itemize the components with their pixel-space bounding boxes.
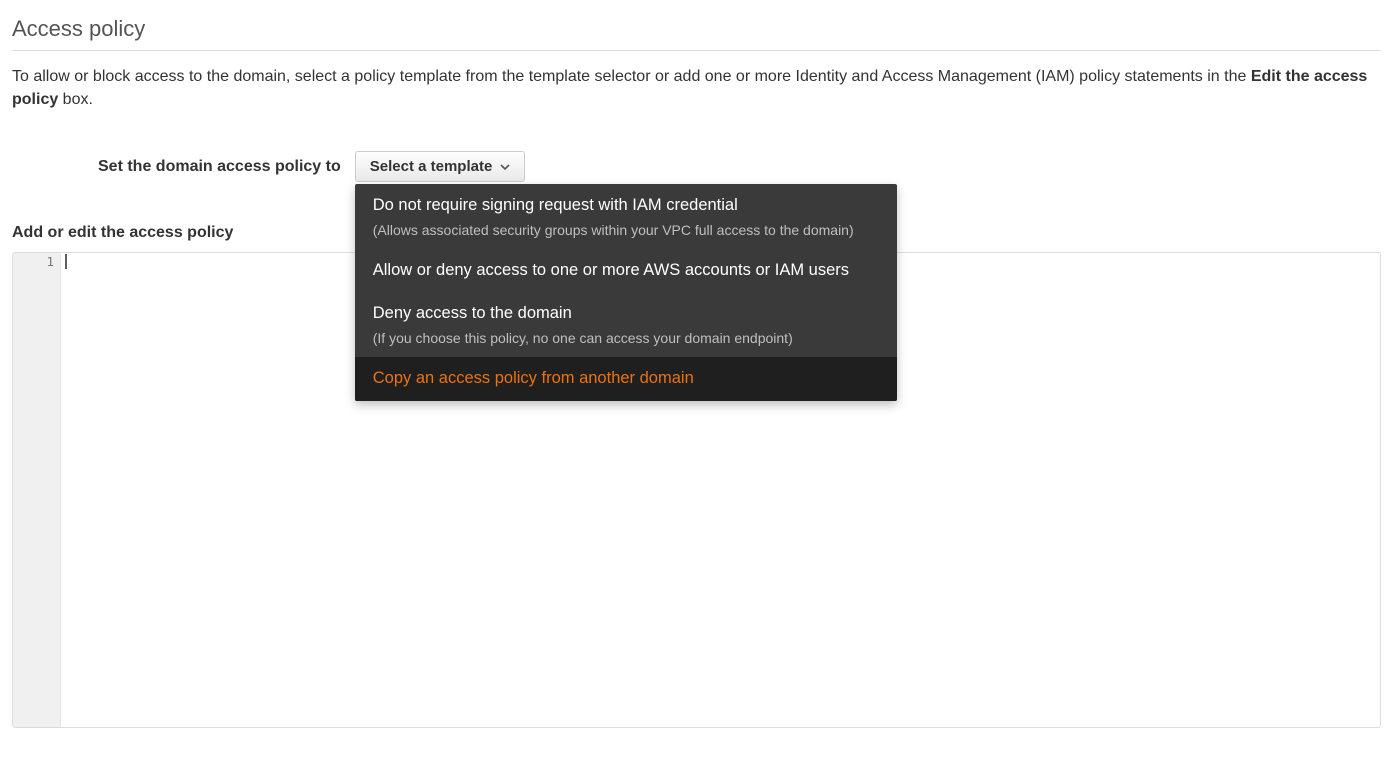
option-subtitle: (If you choose this policy, no one can a… <box>373 329 879 347</box>
divider <box>12 50 1381 51</box>
template-option-allow-deny-accounts[interactable]: Allow or deny access to one or more AWS … <box>355 249 897 292</box>
template-option-copy-from-domain[interactable]: Copy an access policy from another domai… <box>355 357 897 400</box>
template-dropdown-button-label: Select a template <box>370 158 493 175</box>
template-dropdown-menu: Do not require signing request with IAM … <box>355 184 897 400</box>
template-option-deny-domain[interactable]: Deny access to the domain (If you choose… <box>355 292 897 357</box>
chevron-down-icon <box>500 162 510 172</box>
template-dropdown-button[interactable]: Select a template <box>355 151 526 182</box>
option-title: Copy an access policy from another domai… <box>373 368 879 389</box>
option-title: Deny access to the domain <box>373 303 879 324</box>
option-title: Do not require signing request with IAM … <box>373 195 879 216</box>
description-text: To allow or block access to the domain, … <box>12 65 1381 111</box>
option-title: Allow or deny access to one or more AWS … <box>373 260 879 281</box>
option-subtitle: (Allows associated security groups withi… <box>373 221 879 239</box>
line-number: 1 <box>13 254 54 269</box>
template-dropdown: Select a template Do not require signing… <box>355 151 526 182</box>
section-title: Access policy <box>12 16 1381 42</box>
editor-gutter: 1 <box>13 253 61 727</box>
text-cursor <box>65 254 67 269</box>
template-option-no-signing[interactable]: Do not require signing request with IAM … <box>355 184 897 249</box>
policy-selector-row: Set the domain access policy to Select a… <box>98 151 1381 182</box>
description-prefix: To allow or block access to the domain, … <box>12 68 1251 85</box>
description-suffix: box. <box>58 91 93 108</box>
policy-selector-label: Set the domain access policy to <box>98 158 341 176</box>
